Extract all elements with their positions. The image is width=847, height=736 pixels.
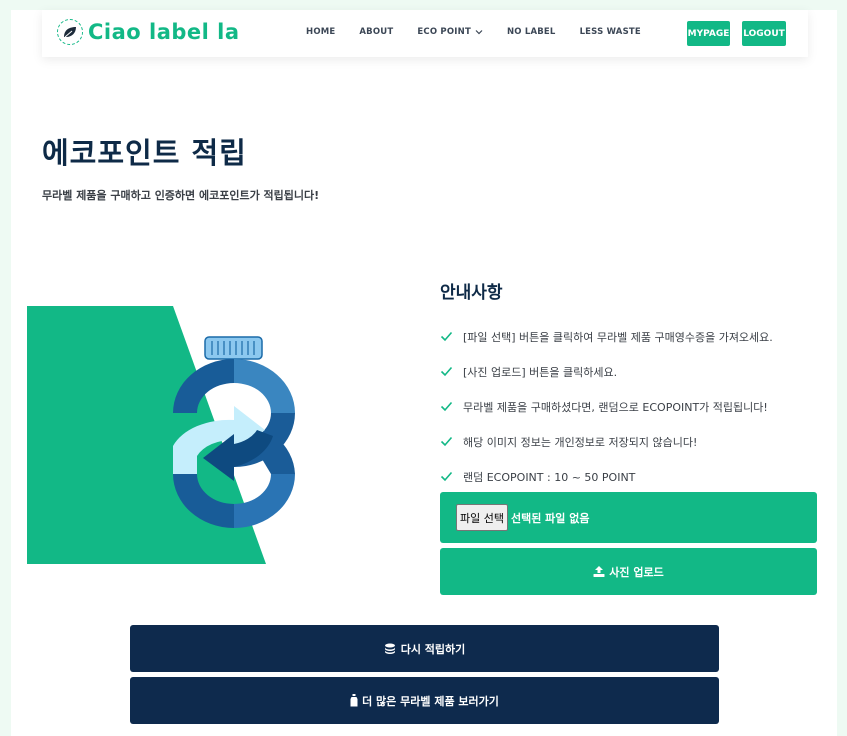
photo-upload-button[interactable]: 사진 업로드 bbox=[440, 548, 817, 595]
page-title: 에코포인트 적립 bbox=[42, 136, 247, 170]
nav-eco-point-label: ECO POINT bbox=[417, 27, 471, 37]
check-icon bbox=[440, 436, 453, 447]
guide-item-text: 랜덤 ECOPOINT : 10 ~ 50 POINT bbox=[463, 470, 636, 484]
photo-upload-label: 사진 업로드 bbox=[609, 565, 664, 579]
guide-item-text: [파일 선택] 버튼을 클릭하여 무라벨 제품 구매영수증을 가져오세요. bbox=[463, 330, 773, 344]
nav-home[interactable]: HOME bbox=[306, 27, 335, 37]
nav-links: HOME ABOUT ECO POINT NO LABEL LESS WASTE bbox=[306, 27, 665, 37]
nav-less-waste[interactable]: LESS WASTE bbox=[580, 27, 641, 37]
file-status: 선택된 파일 없음 bbox=[510, 511, 590, 525]
file-input[interactable]: 파일 선택 선택된 파일 없음 bbox=[440, 492, 817, 543]
mypage-button[interactable]: MYPAGE bbox=[687, 21, 730, 46]
retry-label: 다시 적립하기 bbox=[400, 642, 466, 656]
file-select-button[interactable]: 파일 선택 bbox=[456, 504, 508, 531]
brand-name: Ciao label la bbox=[88, 20, 240, 44]
guide-item: 무라벨 제품을 구매하셨다면, 랜덤으로 ECOPOINT가 적립됩니다! bbox=[440, 389, 773, 424]
guide-item-text: 무라벨 제품을 구매하셨다면, 랜덤으로 ECOPOINT가 적립됩니다! bbox=[463, 400, 768, 414]
retry-button[interactable]: 다시 적립하기 bbox=[130, 625, 719, 672]
guide-item-text: [사진 업로드] 버튼을 클릭하세요. bbox=[463, 365, 618, 379]
guide-item: 해당 이미지 정보는 개인정보로 저장되지 않습니다! bbox=[440, 424, 773, 459]
navbar: Ciao label la HOME ABOUT ECO POINT NO LA… bbox=[42, 10, 808, 57]
guide-list: [파일 선택] 버튼을 클릭하여 무라벨 제품 구매영수증을 가져오세요. [사… bbox=[440, 319, 773, 494]
coins-icon bbox=[384, 643, 397, 655]
nav-no-label[interactable]: NO LABEL bbox=[507, 27, 556, 37]
check-icon bbox=[440, 471, 453, 482]
check-icon bbox=[440, 366, 453, 377]
check-icon bbox=[440, 331, 453, 342]
page-subtitle: 무라벨 제품을 구매하고 인증하면 에코포인트가 적립됩니다! bbox=[42, 189, 320, 202]
more-products-button[interactable]: 더 많은 무라벨 제품 보러가기 bbox=[130, 677, 719, 724]
more-products-label: 더 많은 무라벨 제품 보러가기 bbox=[362, 694, 499, 708]
bottle-icon bbox=[350, 694, 358, 707]
page: Ciao label la HOME ABOUT ECO POINT NO LA… bbox=[11, 10, 837, 736]
brand-logo[interactable]: Ciao label la bbox=[57, 19, 240, 45]
chevron-down-icon bbox=[475, 30, 483, 35]
guide-title: 안내사항 bbox=[440, 283, 503, 303]
check-icon bbox=[440, 401, 453, 412]
guide-item: 랜덤 ECOPOINT : 10 ~ 50 POINT bbox=[440, 459, 773, 494]
nav-about[interactable]: ABOUT bbox=[359, 27, 393, 37]
logout-button[interactable]: LOGOUT bbox=[742, 21, 786, 46]
guide-item: [파일 선택] 버튼을 클릭하여 무라벨 제품 구매영수증을 가져오세요. bbox=[440, 319, 773, 354]
guide-item-text: 해당 이미지 정보는 개인정보로 저장되지 않습니다! bbox=[463, 435, 698, 449]
nav-eco-point[interactable]: ECO POINT bbox=[417, 27, 483, 37]
guide-item: [사진 업로드] 버튼을 클릭하세요. bbox=[440, 354, 773, 389]
recycle-bottle-illustration bbox=[27, 306, 299, 566]
upload-icon bbox=[593, 566, 605, 577]
leaf-icon bbox=[57, 19, 83, 45]
